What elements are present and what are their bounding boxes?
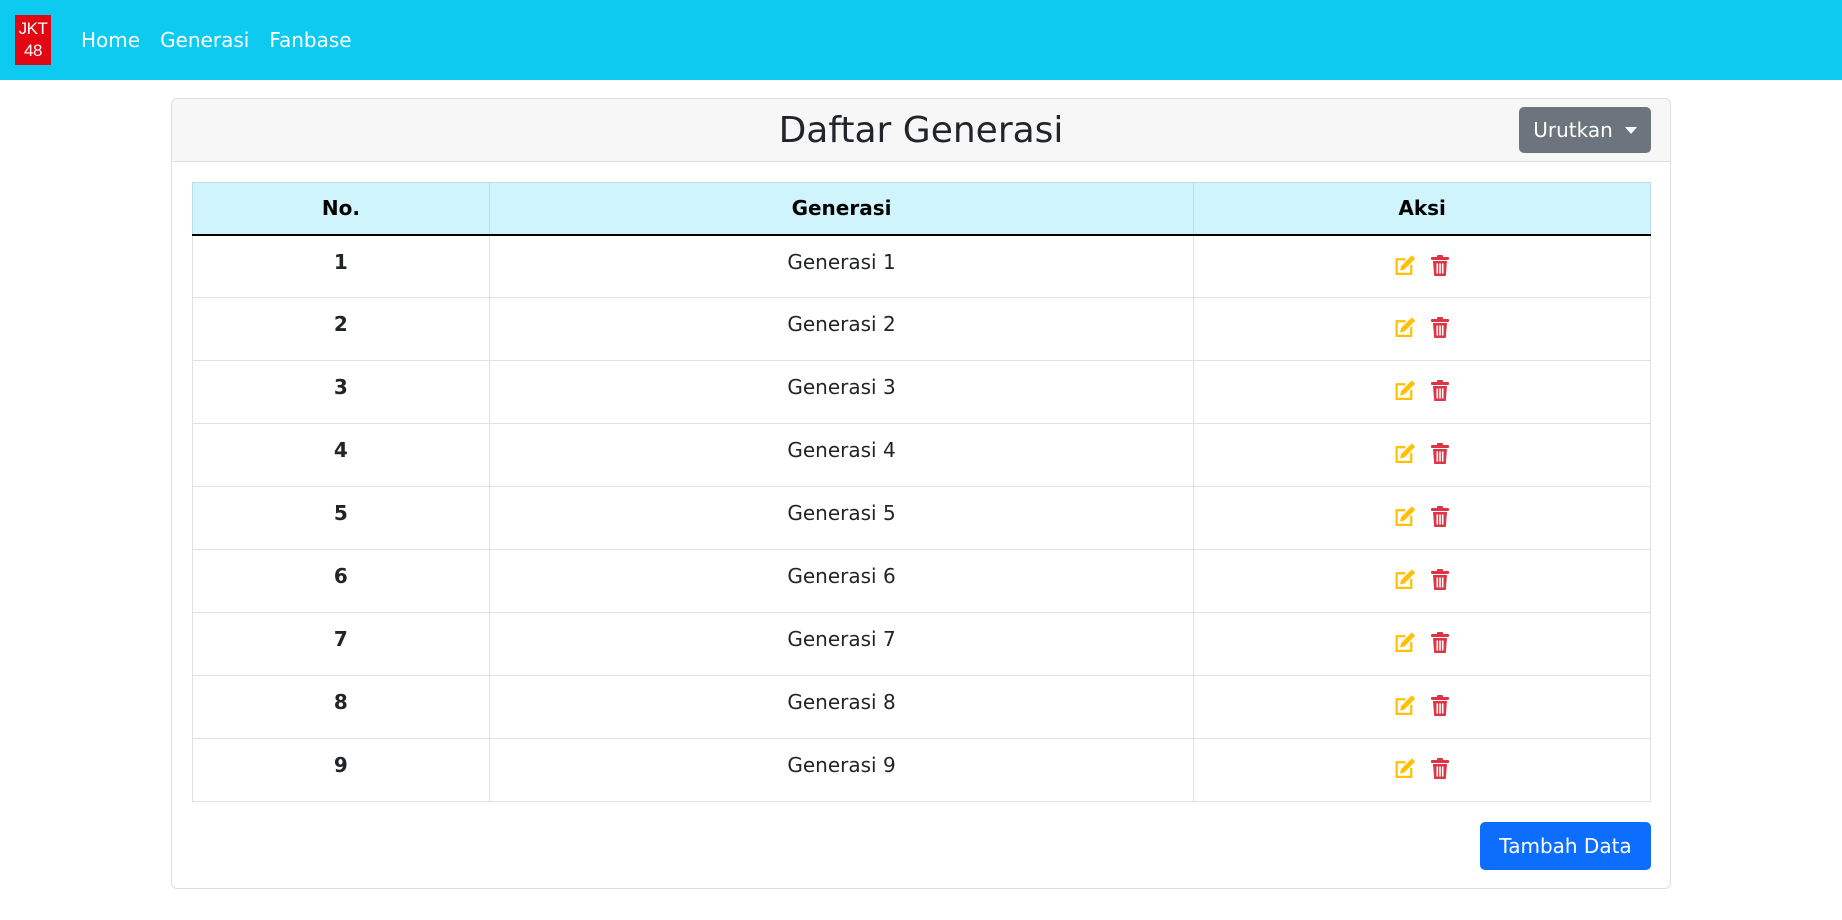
trash-icon[interactable] [1426, 503, 1453, 531]
row-number: 9 [192, 738, 490, 802]
row-generasi: Generasi 1 [488, 234, 1195, 298]
edit-icon[interactable] [1391, 566, 1418, 594]
nav-link-fanbase[interactable]: Fanbase [269, 28, 351, 52]
row-actions [1193, 297, 1651, 361]
sort-dropdown-button[interactable]: Urutkan [1519, 107, 1651, 153]
card-header: Daftar Generasi Urutkan [172, 99, 1670, 162]
table-header-row: No. Generasi Aksi [192, 182, 1651, 236]
row-actions [1193, 423, 1651, 487]
row-actions [1193, 486, 1651, 550]
trash-icon[interactable] [1426, 629, 1453, 657]
page-title: Daftar Generasi [778, 109, 1064, 151]
edit-icon[interactable] [1391, 377, 1418, 405]
row-generasi: Generasi 7 [488, 612, 1195, 676]
chevron-down-icon [1624, 126, 1637, 134]
row-generasi: Generasi 4 [488, 423, 1195, 487]
nav-link-generasi[interactable]: Generasi [160, 28, 249, 52]
table-row: 2 Generasi 2 [192, 297, 1651, 361]
table-row: 8 Generasi 8 [192, 675, 1651, 739]
jkt48-logo[interactable]: JKT 48 [15, 15, 51, 65]
edit-icon[interactable] [1391, 692, 1418, 720]
table-row: 9 Generasi 9 [192, 738, 1651, 802]
sort-label: Urutkan [1533, 118, 1613, 142]
table-row: 4 Generasi 4 [192, 423, 1651, 487]
row-number: 3 [192, 360, 490, 424]
edit-icon[interactable] [1391, 755, 1418, 783]
logo-line1: JKT [18, 19, 48, 38]
nav-link-home[interactable]: Home [81, 28, 140, 52]
header-generasi: Generasi [488, 182, 1195, 236]
table-row: 5 Generasi 5 [192, 486, 1651, 550]
row-number: 2 [192, 297, 490, 361]
row-actions [1193, 549, 1651, 613]
table-row: 6 Generasi 6 [192, 549, 1651, 613]
trash-icon[interactable] [1426, 252, 1453, 280]
table-row: 1 Generasi 1 [192, 234, 1651, 298]
table-row: 7 Generasi 7 [192, 612, 1651, 676]
row-actions [1193, 612, 1651, 676]
row-generasi: Generasi 3 [488, 360, 1195, 424]
add-data-button[interactable]: Tambah Data [1480, 822, 1651, 870]
row-generasi: Generasi 2 [488, 297, 1195, 361]
trash-icon[interactable] [1426, 440, 1453, 468]
navbar: JKT 48 Home Generasi Fanbase [0, 0, 1842, 80]
row-generasi: Generasi 9 [488, 738, 1195, 802]
trash-icon[interactable] [1426, 692, 1453, 720]
row-number: 7 [192, 612, 490, 676]
row-generasi: Generasi 8 [488, 675, 1195, 739]
table-row: 3 Generasi 3 [192, 360, 1651, 424]
generasi-table: No. Generasi Aksi 1 Generasi 1 2 Generas… [192, 182, 1651, 802]
header-aksi: Aksi [1193, 182, 1651, 236]
header-no: No. [192, 182, 490, 236]
edit-icon[interactable] [1391, 314, 1418, 342]
trash-icon[interactable] [1426, 755, 1453, 783]
row-generasi: Generasi 5 [488, 486, 1195, 550]
row-generasi: Generasi 6 [488, 549, 1195, 613]
edit-icon[interactable] [1391, 629, 1418, 657]
row-number: 5 [192, 486, 490, 550]
trash-icon[interactable] [1426, 377, 1453, 405]
nav-links: Home Generasi Fanbase [81, 28, 372, 52]
row-number: 6 [192, 549, 490, 613]
row-actions [1193, 360, 1651, 424]
generasi-card: Daftar Generasi Urutkan No. Generasi Aks… [171, 98, 1671, 889]
row-number: 4 [192, 423, 490, 487]
trash-icon[interactable] [1426, 314, 1453, 342]
trash-icon[interactable] [1426, 566, 1453, 594]
row-actions [1193, 675, 1651, 739]
row-actions [1193, 234, 1651, 298]
logo-line2: 48 [24, 41, 42, 60]
row-number: 1 [192, 234, 490, 298]
edit-icon[interactable] [1391, 440, 1418, 468]
row-number: 8 [192, 675, 490, 739]
edit-icon[interactable] [1391, 252, 1418, 280]
row-actions [1193, 738, 1651, 802]
edit-icon[interactable] [1391, 503, 1418, 531]
